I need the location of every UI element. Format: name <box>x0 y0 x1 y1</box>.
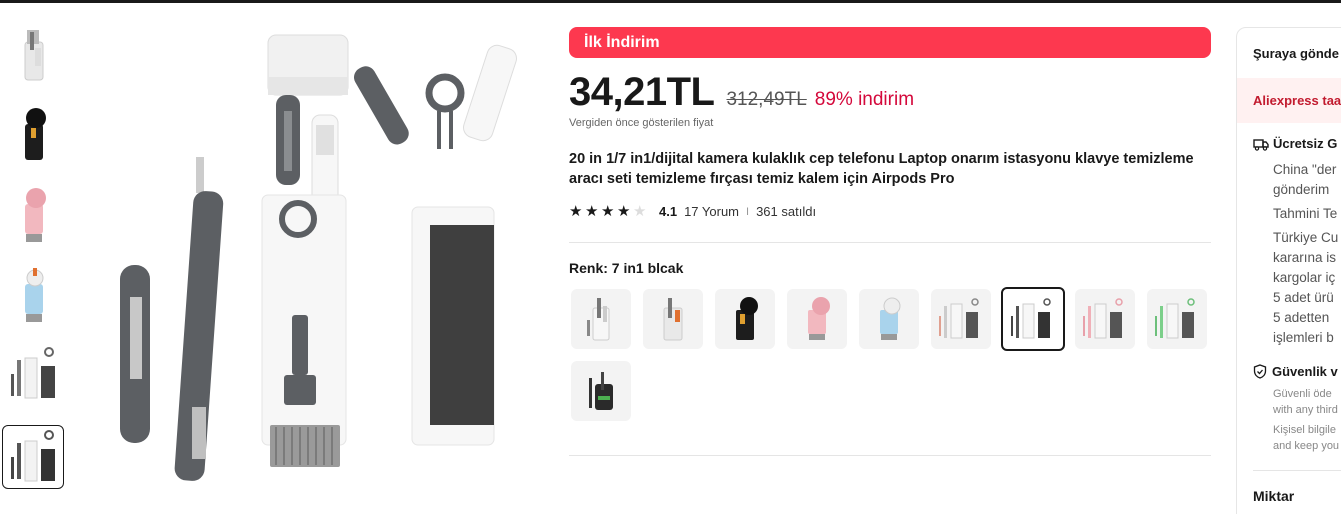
customs-line-4: 5 adet ürü <box>1273 290 1334 305</box>
customs-line-5: 5 adetten <box>1273 310 1330 325</box>
color-option-6[interactable] <box>931 289 991 349</box>
quantity-label: Miktar <box>1253 488 1295 504</box>
star-icon: ★ <box>617 202 631 220</box>
color-option-10[interactable] <box>571 361 631 421</box>
thumbnail-1[interactable] <box>2 22 64 86</box>
star-icon: ★ <box>569 202 583 220</box>
color-option-5[interactable] <box>859 289 919 349</box>
color-option-3[interactable] <box>715 289 775 349</box>
promo-bar: İlk İndirim <box>569 27 1211 58</box>
color-option-9[interactable] <box>1147 289 1207 349</box>
rating-row: ★ ★ ★ ★ ★ 4.1 17 Yorum I 361 satıldı <box>569 202 817 220</box>
color-option-8[interactable] <box>1075 289 1135 349</box>
reviews-link[interactable]: 17 Yorum <box>684 204 739 219</box>
star-empty-icon: ★ <box>633 202 647 220</box>
aliexpress-commitment-band[interactable]: Aliexpress taa <box>1237 78 1341 123</box>
delivery-estimate: Tahmini Te <box>1273 206 1338 221</box>
thumbnail-4[interactable] <box>2 262 64 326</box>
security-title: Güvenlik v <box>1272 364 1338 379</box>
rating-value: 4.1 <box>659 204 678 219</box>
current-price: 34,21TL <box>569 70 715 114</box>
top-border <box>0 0 1341 3</box>
original-price: 312,49TL <box>726 89 807 110</box>
free-shipping-label: Ücretsiz G <box>1273 136 1338 151</box>
color-option-7[interactable] <box>1001 287 1065 351</box>
thumbnail-5[interactable] <box>2 342 64 406</box>
customs-line-1: Türkiye Cu <box>1273 230 1339 245</box>
security-row: Güvenlik v <box>1253 364 1338 379</box>
panel-divider <box>1253 470 1341 471</box>
sold-count: 361 satıldı <box>756 204 817 219</box>
thumbnail-2[interactable] <box>2 102 64 166</box>
star-icon: ★ <box>585 202 599 220</box>
divider <box>569 455 1211 456</box>
privacy-line-2: and keep you <box>1273 440 1340 452</box>
discount-label: 89% indirim <box>814 89 915 110</box>
free-shipping-row: Ücretsiz G <box>1253 136 1337 151</box>
security-line-1: Güvenli öde <box>1273 388 1332 400</box>
color-label: Renk: 7 in1 blcak <box>569 260 684 276</box>
separator: I <box>746 205 750 218</box>
privacy-line-1: Kişisel bilgile <box>1273 424 1336 436</box>
product-title: 20 in 1/7 in1/dijital kamera kulaklık ce… <box>569 151 1194 187</box>
color-option-2[interactable] <box>643 289 703 349</box>
aliexpress-commitment-text: Aliexpress taa <box>1253 93 1341 108</box>
price-row: 34,21TL 312,49TL 89% indirim <box>569 70 914 115</box>
security-line-2: with any third <box>1273 404 1338 416</box>
thumbnail-3[interactable] <box>2 182 64 246</box>
truck-icon <box>1253 138 1269 151</box>
ship-to-label[interactable]: Şuraya gönde <box>1253 46 1339 61</box>
price-note: Vergiden önce gösterilen fiyat <box>569 117 714 129</box>
customs-line-3: kargolar iç <box>1273 270 1336 285</box>
color-option-1[interactable] <box>571 289 631 349</box>
customs-line-2: kararına is <box>1273 250 1337 265</box>
customs-line-6: işlemleri b <box>1273 330 1334 345</box>
star-icon: ★ <box>601 202 615 220</box>
shipping-side-panel: Şuraya gönde Aliexpress taa Ücretsiz G C… <box>1236 27 1341 514</box>
shield-icon <box>1253 364 1267 379</box>
color-option-4[interactable] <box>787 289 847 349</box>
main-product-image[interactable] <box>80 15 550 485</box>
thumbnail-6[interactable] <box>2 425 64 489</box>
divider <box>569 242 1211 243</box>
ship-info-line-2: gönderim <box>1273 182 1330 197</box>
ship-info-line-1: China "der <box>1273 162 1337 177</box>
